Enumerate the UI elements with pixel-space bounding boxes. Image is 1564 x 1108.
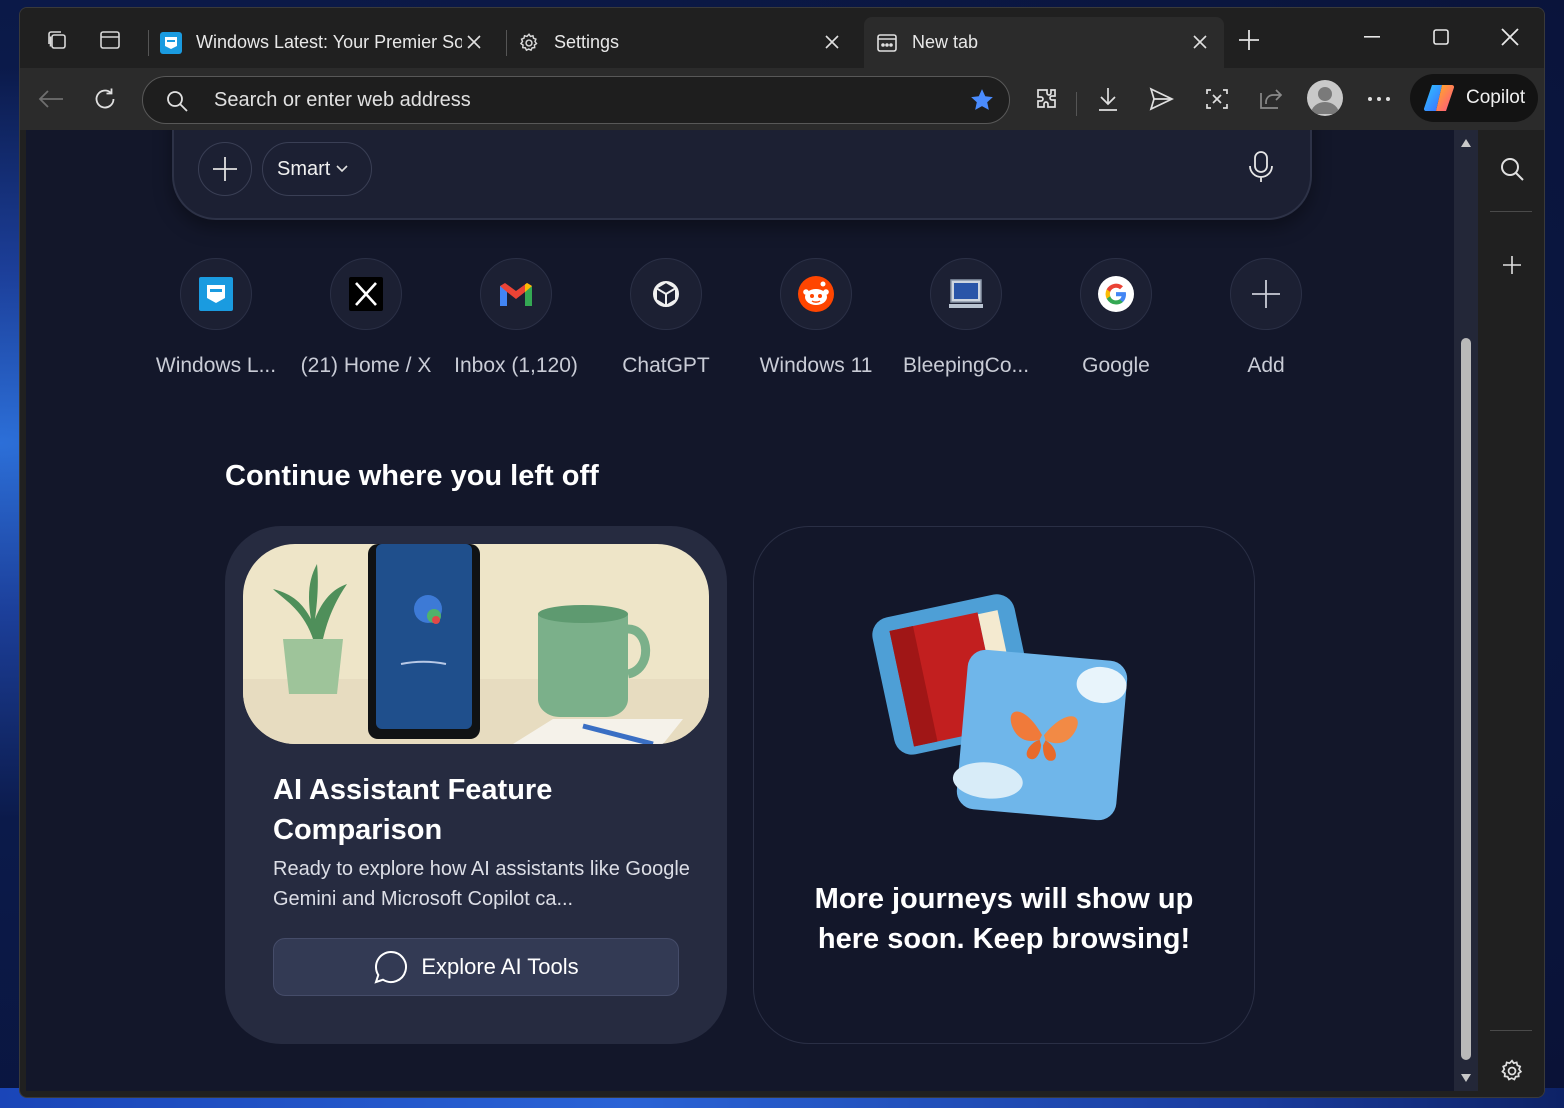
sidebar-search-icon[interactable]: [1497, 154, 1527, 184]
journey-card-description: Ready to explore how AI assistants like …: [273, 858, 690, 910]
tab-title: Settings: [554, 32, 620, 52]
quick-link-label: Google: [1082, 354, 1150, 377]
window-close-icon[interactable]: [1488, 22, 1532, 52]
reddit-icon: [780, 258, 852, 330]
tab-bar: Windows Latest: Your Premier Sou Setting…: [20, 8, 1544, 68]
page-search-box[interactable]: Smart: [172, 130, 1312, 220]
maximize-icon[interactable]: [1419, 22, 1463, 52]
address-bar[interactable]: Search or enter web address: [142, 76, 1010, 124]
smart-mode-dropdown[interactable]: Smart: [262, 142, 372, 196]
extensions-icon[interactable]: [1030, 82, 1064, 116]
tab-title: Windows Latest: Your Premier Sou: [196, 32, 462, 52]
sidebar-add-icon[interactable]: [1497, 250, 1527, 280]
vertical-tabs-icon[interactable]: [95, 25, 125, 55]
workspaces-icon[interactable]: [42, 25, 72, 55]
back-arrow-icon[interactable]: [34, 82, 68, 116]
x-icon: [330, 258, 402, 330]
gear-icon: [518, 32, 540, 54]
copilot-button[interactable]: Copilot: [1410, 74, 1538, 122]
minimize-icon[interactable]: [1350, 22, 1394, 52]
add-attachment-button[interactable]: [198, 142, 252, 196]
tab-title: New tab: [912, 32, 979, 52]
plus-icon: [1230, 258, 1302, 330]
close-icon[interactable]: [1190, 32, 1210, 52]
scroll-up-arrow-icon[interactable]: [1460, 138, 1472, 148]
quick-link-chatgpt[interactable]: ChatGPT: [591, 258, 741, 378]
new-tab-plus-icon[interactable]: [1234, 25, 1264, 55]
sidebar-settings-icon[interactable]: [1497, 1056, 1527, 1086]
quick-link-label: Add: [1247, 354, 1285, 377]
placeholder-message: More journeys will show up here soon. Ke…: [814, 883, 1194, 955]
new-tab-icon: [876, 32, 898, 54]
chatgpt-icon: [630, 258, 702, 330]
quick-link-label: Inbox (1,120): [454, 354, 578, 377]
journey-card-illustration: [243, 544, 709, 744]
quick-link-bleepingcomputer[interactable]: BleepingCo...: [891, 258, 1041, 378]
page-scrollbar[interactable]: [1454, 130, 1478, 1091]
more-options-icon[interactable]: [1362, 82, 1396, 116]
smart-mode-label: Smart: [277, 157, 331, 180]
screenshot-icon[interactable]: [1200, 82, 1234, 116]
quick-link-windows-latest[interactable]: Windows L...: [141, 258, 291, 378]
windows-latest-icon: [160, 31, 182, 54]
explore-ai-tools-label: Explore AI Tools: [421, 954, 579, 979]
books-butterfly-illustration: [872, 594, 1128, 821]
gmail-icon: [480, 258, 552, 330]
close-icon[interactable]: [464, 32, 484, 52]
scroll-down-arrow-icon[interactable]: [1460, 1073, 1472, 1083]
share-icon[interactable]: [1254, 82, 1288, 116]
scroll-thumb[interactable]: [1461, 338, 1471, 1060]
journey-card[interactable]: AI Assistant Feature Comparison Ready to…: [225, 526, 727, 1044]
new-tab-page: Smart Windows L... (21) Home / X Inbox (…: [26, 130, 1454, 1091]
microphone-icon[interactable]: [1246, 150, 1276, 189]
quick-link-gmail[interactable]: Inbox (1,120): [441, 258, 591, 378]
quick-link-label: Windows L...: [155, 354, 277, 377]
quick-link-label: ChatGPT: [622, 354, 710, 377]
search-icon: [165, 89, 189, 118]
bleepingcomputer-icon: [930, 258, 1002, 330]
quick-link-label: (21) Home / X: [300, 354, 432, 377]
windows-latest-icon: [180, 258, 252, 330]
quick-link-x[interactable]: (21) Home / X: [291, 258, 441, 378]
quick-link-add[interactable]: Add: [1191, 258, 1341, 378]
quick-link-label: BleepingCo...: [902, 354, 1030, 377]
google-icon: [1080, 258, 1152, 330]
favorite-star-icon[interactable]: [969, 87, 995, 118]
downloads-icon[interactable]: [1091, 82, 1125, 116]
tab-windows-latest[interactable]: Windows Latest: Your Premier Sou: [148, 17, 498, 68]
refresh-icon[interactable]: [88, 82, 122, 116]
chevron-down-icon: [336, 165, 348, 173]
placeholder-card: More journeys will show up here soon. Ke…: [753, 526, 1255, 1044]
journey-card-title: AI Assistant Feature Comparison: [273, 774, 553, 846]
continue-heading: Continue where you left off: [225, 460, 599, 492]
quick-link-reddit[interactable]: Windows 11: [741, 258, 891, 378]
chat-bubble-icon: [374, 950, 408, 984]
send-icon[interactable]: [1144, 82, 1178, 116]
copilot-label: Copilot: [1466, 87, 1526, 108]
address-placeholder: Search or enter web address: [214, 89, 471, 111]
quick-link-label: Windows 11: [759, 354, 873, 377]
toolbar: Search or enter web address Copilot: [20, 68, 1544, 130]
tab-settings[interactable]: Settings: [506, 17, 856, 68]
tab-new-tab[interactable]: New tab: [864, 17, 1224, 68]
close-icon[interactable]: [822, 32, 842, 52]
sidebar: [1478, 130, 1544, 1097]
explore-ai-tools-button[interactable]: Explore AI Tools: [273, 938, 679, 996]
quick-link-google[interactable]: Google: [1041, 258, 1191, 378]
copilot-icon: [1423, 84, 1455, 112]
profile-avatar[interactable]: [1307, 80, 1343, 116]
browser-window: Windows Latest: Your Premier Sou Setting…: [19, 7, 1545, 1098]
